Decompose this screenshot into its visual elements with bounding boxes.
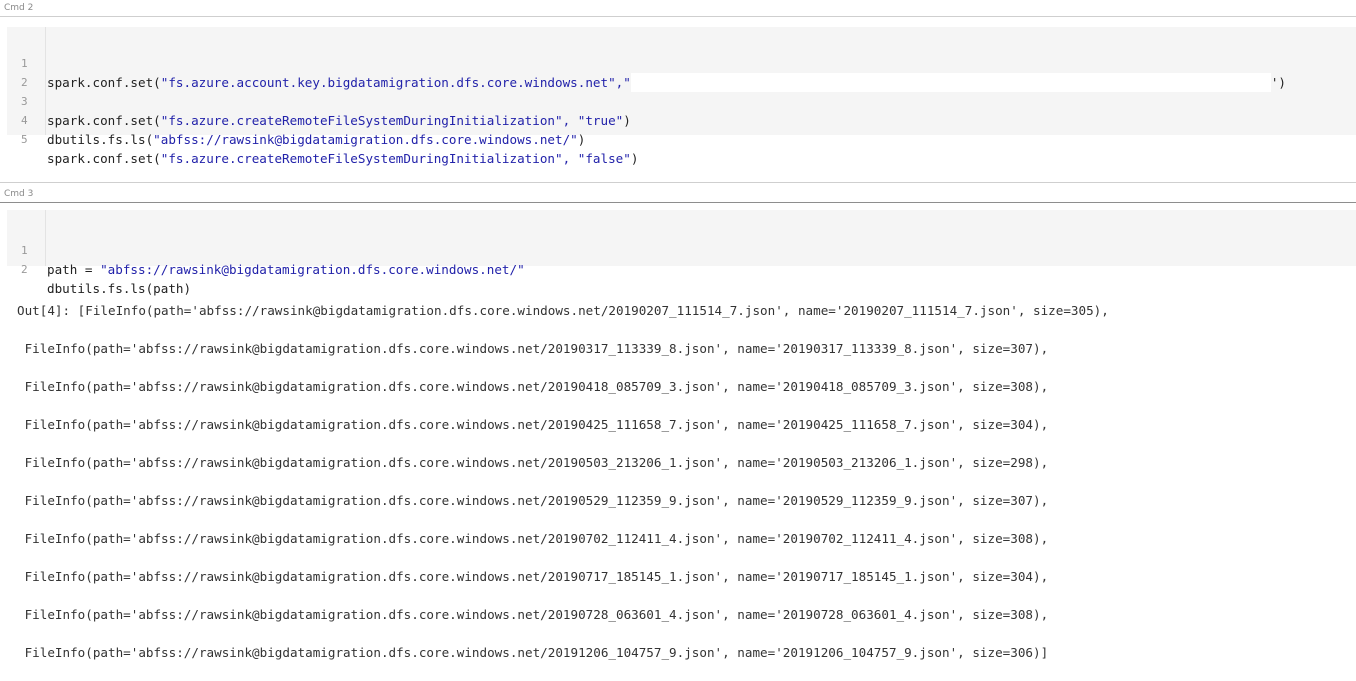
output-line: FileInfo(path='abfss://rawsink@bigdatami… (17, 455, 1049, 470)
output-line: FileInfo(path='abfss://rawsink@bigdatami… (17, 607, 1049, 622)
code-text: spark.conf.set( (47, 113, 161, 128)
code-line[interactable]: 2 (7, 54, 37, 89)
cell-label: Cmd 3 (4, 189, 34, 199)
output-line: FileInfo(path='abfss://rawsink@bigdatami… (17, 379, 1049, 394)
code-text: ) (630, 151, 639, 166)
code-text: ) (577, 132, 586, 147)
code-text: ) (623, 113, 631, 128)
gutter-divider (45, 210, 46, 266)
code-text: ') (1270, 75, 1286, 90)
code-line[interactable]: 3 spark.conf.set("fs.azure.createRemoteF… (7, 73, 631, 128)
cell-divider (0, 202, 1356, 203)
code-cell-cmd2[interactable]: 1 spark.conf.set("fs.azure.account.key.b… (7, 27, 1356, 166)
code-line[interactable]: 2 dbutils.fs.ls(path) (7, 241, 191, 296)
output-line: FileInfo(path='abfss://rawsink@bigdatami… (17, 531, 1049, 546)
output-line: FileInfo(path='abfss://rawsink@bigdatami… (17, 493, 1049, 508)
code-cell-cmd3[interactable]: 1 path = "abfss://rawsink@bigdatamigrati… (7, 210, 1356, 296)
code-text: path = (47, 262, 101, 277)
code-line[interactable]: 1 path = "abfss://rawsink@bigdatamigrati… (7, 222, 525, 277)
string-literal: "abfss://rawsink@bigdatamigration.dfs.co… (153, 132, 578, 147)
code-line[interactable]: 1 spark.conf.set("fs.azure.account.key.b… (7, 35, 1286, 92)
output-line: FileInfo(path='abfss://rawsink@bigdatami… (17, 645, 1049, 660)
code-line[interactable]: 5 spark.conf.set("fs.azure.createRemoteF… (7, 111, 638, 166)
output-line: Out[4]: [FileInfo(path='abfss://rawsink@… (17, 303, 1109, 318)
code-text: spark.conf.set( (47, 75, 161, 90)
output-line: FileInfo(path='abfss://rawsink@bigdatami… (17, 569, 1049, 584)
cell-divider (0, 182, 1356, 183)
code-text: spark.conf.set( (47, 151, 161, 166)
string-literal: "fs.azure.createRemoteFileSystemDuringIn… (160, 113, 624, 128)
output-line: FileInfo(path='abfss://rawsink@bigdatami… (17, 341, 1049, 356)
code-text: dbutils.fs.ls( (47, 132, 154, 147)
line-number: 2 (21, 263, 28, 276)
output-line: FileInfo(path='abfss://rawsink@bigdatami… (17, 417, 1049, 432)
line-number: 5 (21, 133, 28, 146)
cell-divider (0, 16, 1356, 17)
string-literal: "fs.azure.createRemoteFileSystemDuringIn… (160, 151, 631, 166)
string-literal: "fs.azure.account.key.bigdatamigration.d… (160, 75, 631, 90)
gutter-divider (45, 27, 46, 135)
redacted-key (630, 73, 1271, 92)
code-line[interactable]: 4 dbutils.fs.ls("abfss://rawsink@bigdata… (7, 92, 585, 147)
string-literal: "abfss://rawsink@bigdatamigration.dfs.co… (100, 262, 525, 277)
cell-label: Cmd 2 (4, 3, 34, 13)
